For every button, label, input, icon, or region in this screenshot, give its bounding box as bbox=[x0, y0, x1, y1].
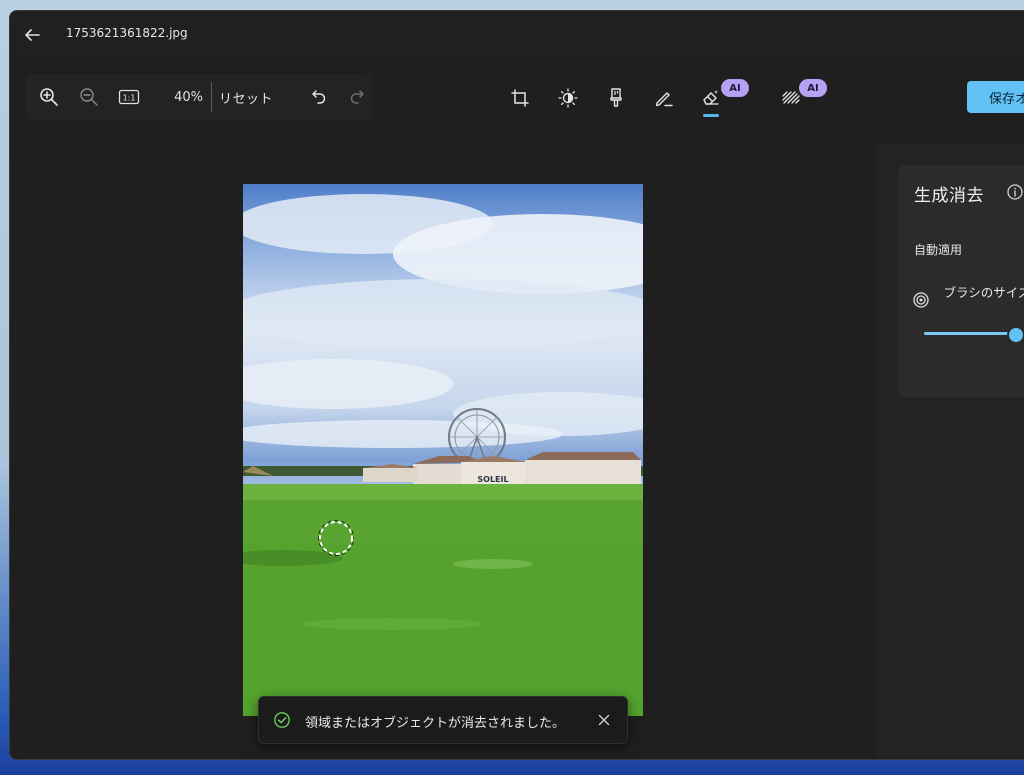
back-arrow-icon bbox=[25, 29, 40, 41]
photo-canvas[interactable]: SOLEIL bbox=[243, 184, 643, 716]
erase-success-toast: 領域またはオブジェクトが消去されました。 bbox=[258, 696, 628, 744]
erase-ai-badge: AI bbox=[721, 79, 749, 97]
back-button[interactable] bbox=[20, 23, 44, 47]
markup-tool[interactable] bbox=[650, 84, 678, 112]
redo-icon bbox=[350, 90, 364, 104]
save-options-button[interactable]: 保存オ bbox=[967, 81, 1024, 113]
zoom-in-icon bbox=[40, 88, 58, 106]
toast-message: 領域またはオブジェクトが消去されました。 bbox=[305, 716, 566, 731]
crop-tool[interactable] bbox=[506, 84, 534, 112]
reset-button[interactable]: リセット bbox=[219, 88, 273, 107]
close-icon bbox=[598, 714, 610, 726]
background-ai-badge: AI bbox=[799, 79, 827, 97]
undo-button[interactable] bbox=[305, 84, 333, 110]
brush-size-label: ブラシのサイズ bbox=[943, 285, 1024, 300]
auto-apply-label: 自動適用 bbox=[914, 243, 963, 257]
zoom-percent[interactable]: 40% bbox=[163, 90, 203, 105]
actual-size-label: 1:1 bbox=[123, 94, 136, 103]
actual-size-icon: 1:1 bbox=[118, 89, 140, 105]
adjust-tool[interactable] bbox=[554, 84, 582, 112]
generative-erase-icon bbox=[703, 90, 719, 105]
background-blur-icon bbox=[782, 91, 800, 104]
generative-erase-panel: 生成消去 自動適用 ブラシのサイズ bbox=[876, 143, 1024, 759]
redo-button[interactable] bbox=[343, 84, 371, 110]
undo-icon bbox=[312, 90, 326, 104]
info-icon bbox=[1007, 184, 1023, 200]
success-check-icon bbox=[274, 712, 290, 728]
filter-tool[interactable] bbox=[602, 84, 630, 112]
filter-icon bbox=[610, 88, 622, 107]
title-bar: 1753621361822.jpg bbox=[10, 11, 1024, 59]
zoom-out-icon bbox=[80, 88, 98, 106]
panel-title: 生成消去 bbox=[914, 186, 984, 206]
erase-settings-card: 生成消去 自動適用 ブラシのサイズ bbox=[898, 165, 1024, 397]
zoom-in-button[interactable] bbox=[35, 84, 63, 110]
toolbar-divider bbox=[211, 82, 212, 112]
soleil-sign: SOLEIL bbox=[477, 475, 508, 484]
photo-image: SOLEIL bbox=[243, 194, 643, 716]
brush-size-slider-thumb[interactable] bbox=[1007, 326, 1024, 344]
crop-icon bbox=[511, 89, 529, 107]
actual-size-button[interactable]: 1:1 bbox=[115, 84, 143, 110]
info-button[interactable] bbox=[1006, 183, 1024, 201]
brightness-icon bbox=[558, 88, 578, 108]
brush-target-icon bbox=[913, 292, 929, 308]
zoom-toolbar: 1:1 40% リセット bbox=[26, 75, 372, 119]
file-name: 1753621361822.jpg bbox=[66, 26, 188, 40]
brush-size-icon-wrap bbox=[912, 291, 930, 309]
toast-close-button[interactable] bbox=[595, 711, 613, 729]
app-window: 1753621361822.jpg 1:1 40% リセット AI AI 保存 … bbox=[9, 10, 1024, 760]
active-tool-indicator bbox=[703, 114, 719, 117]
markup-pen-icon bbox=[655, 92, 673, 107]
zoom-out-button[interactable] bbox=[75, 84, 103, 110]
